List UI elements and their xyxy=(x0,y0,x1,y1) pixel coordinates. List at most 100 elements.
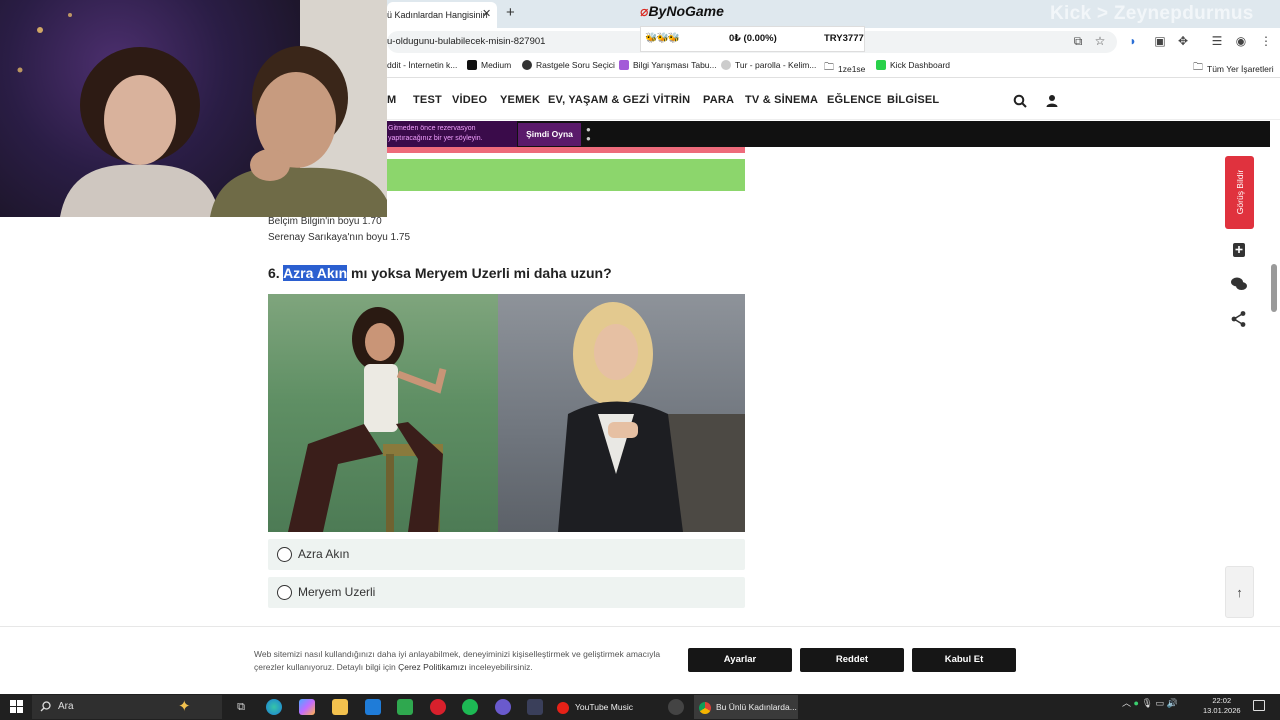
task-view-icon[interactable]: ⧉ xyxy=(233,699,249,715)
menu-kebab-icon[interactable]: ⋮ xyxy=(1259,34,1273,48)
bookmark-add-icon[interactable] xyxy=(1228,239,1250,261)
scrollbar-thumb[interactable] xyxy=(1271,264,1277,312)
ad-dots-icon: ● ● xyxy=(586,125,591,143)
option-label: Azra Akın xyxy=(298,547,350,561)
nav-item-yemek[interactable]: YEMEK xyxy=(500,94,540,106)
url-text: u-oldugunu-bulabilecek-misin-827901 xyxy=(387,36,546,47)
user-icon[interactable] xyxy=(1045,94,1059,108)
nav-item-vitrin[interactable]: VİTRİN xyxy=(653,94,690,106)
folder-icon: 🗀 xyxy=(1193,62,1203,73)
bookmark-medium[interactable]: Medium xyxy=(467,60,511,70)
install-app-icon[interactable]: ⧉ xyxy=(1071,34,1085,48)
comments-icon[interactable] xyxy=(1228,273,1250,295)
nav-item-m[interactable]: M xyxy=(387,94,396,106)
medium-icon xyxy=(467,60,477,70)
nav-item-para[interactable]: PARA xyxy=(703,94,734,106)
nav-item-tv-sinema[interactable]: TV & SİNEMA xyxy=(745,94,818,106)
calculator-icon[interactable] xyxy=(397,699,413,715)
question-photo-left xyxy=(268,294,498,532)
taskbar-search-label: Ara xyxy=(58,701,74,712)
notification-icon[interactable] xyxy=(1253,700,1265,711)
nav-item-ev-yasam[interactable]: EV, YAŞAM & GEZİ xyxy=(548,94,649,106)
radio-button[interactable] xyxy=(277,547,292,562)
stream-overlay-title: Kick > Zeynepdurmus xyxy=(1050,3,1254,24)
webcam-overlay xyxy=(0,0,387,217)
answer-option[interactable]: Meryem Uzerli xyxy=(268,577,745,608)
taskbar-chrome[interactable]: Bu Ünlü Kadınlarda... xyxy=(694,695,798,719)
answer-line: Belçim Bilgin'in boyu 1.70 xyxy=(268,216,382,227)
network-icon: ▭ xyxy=(1155,698,1164,708)
radio-button[interactable] xyxy=(277,585,292,600)
scroll-to-top-button[interactable]: ↑ xyxy=(1225,566,1254,618)
status-dot-icon: ● xyxy=(1133,698,1139,708)
nav-item-video[interactable]: VİDEO xyxy=(452,94,487,106)
bynogame-balance: 0₺ (0.00%) xyxy=(729,33,777,44)
bynogame-logo: ⌀ByNoGame xyxy=(640,3,724,19)
microphone-icon: 🎙 xyxy=(1141,698,1153,708)
cookie-policy-link[interactable]: Çerez Politikamızı xyxy=(398,662,467,672)
mail-icon[interactable] xyxy=(365,699,381,715)
opera-icon[interactable] xyxy=(430,699,446,715)
bee-emotes-icon: 🐝🐝🐝 xyxy=(645,33,680,44)
extension-audio-icon[interactable]: ◗ xyxy=(1126,34,1140,48)
option-label: Meryem Uzerli xyxy=(298,585,376,599)
ad-text: Gitmeden önce rezervasyon yaptıracağınız… xyxy=(388,125,483,142)
circle-icon xyxy=(721,60,731,70)
youtube-music-icon xyxy=(557,701,569,714)
new-tab-icon[interactable]: + xyxy=(506,4,515,21)
bookmark-1ze1se[interactable]: 🗀 1ze1se xyxy=(824,60,865,77)
chevron-up-icon: ︿ xyxy=(1122,698,1132,708)
nav-item-bilgisel[interactable]: BİLGİSEL xyxy=(887,94,939,106)
arrow-up-icon: ↑ xyxy=(1236,585,1243,600)
globe-icon xyxy=(522,60,532,70)
triangle-icon xyxy=(619,60,629,70)
search-icon xyxy=(40,701,51,712)
edge-icon[interactable] xyxy=(266,699,282,715)
obs-icon[interactable] xyxy=(668,699,684,715)
bookmark-reddit[interactable]: ddit - İnternetin k... xyxy=(387,60,457,70)
bookmark-kick[interactable]: Kick Dashboard xyxy=(876,60,950,70)
cookie-accept-button[interactable]: Kabul Et xyxy=(912,648,1016,672)
tab-title: ü Kadınlardan Hangisinin xyxy=(387,10,488,20)
bookmark-tur[interactable]: Tur - parolla - Kelim... xyxy=(721,60,816,70)
extension-icon[interactable]: ▣ xyxy=(1153,34,1167,48)
system-tray[interactable]: ︿ ● 🎙 ▭ 🔊 xyxy=(1122,696,1178,709)
search-icon[interactable] xyxy=(1013,94,1027,108)
spotify-icon[interactable] xyxy=(462,699,478,715)
sparkle-icon: ✦ xyxy=(178,698,191,715)
profile-avatar-icon[interactable]: ◉ xyxy=(1234,34,1248,48)
cookie-text: Web sitemizi nasıl kullandığınızı daha i… xyxy=(254,649,661,672)
question-photo-right xyxy=(498,294,745,532)
taskbar-clock[interactable]: 22:02 13.01.2026 xyxy=(1203,696,1241,716)
tab-active[interactable]: ü Kadınlardan Hangisinin xyxy=(387,2,497,28)
selected-text: Azra Akın xyxy=(283,265,348,281)
windows-start-icon[interactable] xyxy=(10,700,23,713)
star-icon[interactable]: ☆ xyxy=(1093,34,1107,48)
reading-list-icon[interactable]: ☰ xyxy=(1210,34,1224,48)
tab-close-icon[interactable]: ✕ xyxy=(482,7,491,20)
bookmark-bilgi[interactable]: Bilgi Yarışması Tabu... xyxy=(619,60,717,70)
file-explorer-icon[interactable] xyxy=(332,699,348,715)
volume-icon: 🔊 xyxy=(1166,698,1178,708)
feedback-button[interactable]: Görüş Bildir xyxy=(1225,156,1254,229)
bynogame-currency: TRY3777 xyxy=(824,33,864,44)
ad-play-button[interactable]: Şimdi Oyna xyxy=(518,123,581,146)
cookie-reject-button[interactable]: Reddet xyxy=(800,648,904,672)
copilot-icon[interactable] xyxy=(299,699,315,715)
nav-item-test[interactable]: TEST xyxy=(413,94,442,106)
discord-icon[interactable] xyxy=(495,699,511,715)
nav-item-eglence[interactable]: EĞLENCE xyxy=(827,94,882,106)
answer-line: Serenay Sarıkaya'nın boyu 1.75 xyxy=(268,232,411,243)
bookmark-rastgele[interactable]: Rastgele Soru Seçici xyxy=(522,60,615,70)
kick-icon xyxy=(876,60,886,70)
chrome-icon xyxy=(699,701,711,714)
ad-accent-bar xyxy=(387,147,745,153)
cookie-settings-button[interactable]: Ayarlar xyxy=(688,648,792,672)
puzzle-icon[interactable]: ✥ xyxy=(1176,34,1190,48)
answer-option[interactable]: Azra Akın xyxy=(268,539,745,570)
share-icon[interactable] xyxy=(1228,308,1250,330)
all-bookmarks[interactable]: 🗀 Tüm Yer İşaretleri xyxy=(1193,60,1274,77)
app-icon[interactable] xyxy=(527,699,543,715)
folder-icon: 🗀 xyxy=(824,62,834,73)
taskbar-youtube-music[interactable]: YouTube Music xyxy=(557,695,657,719)
